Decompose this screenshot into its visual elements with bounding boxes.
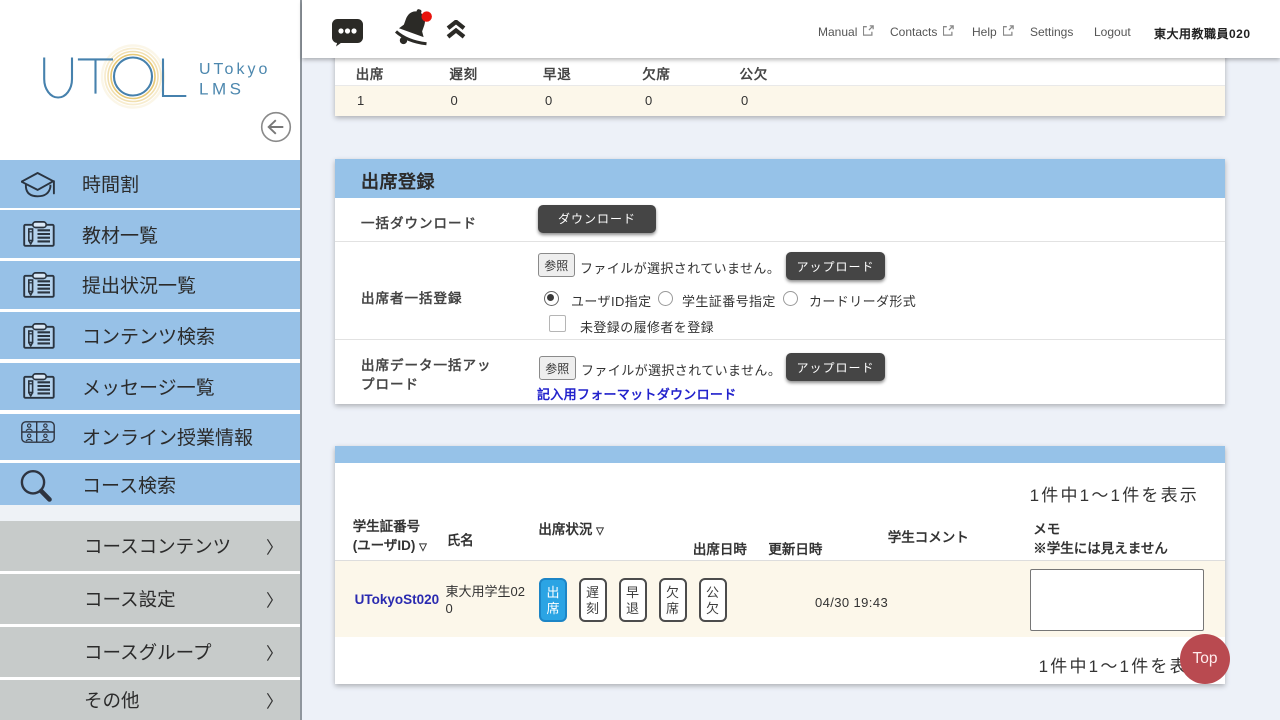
svg-text:UTokyo: UTokyo bbox=[199, 61, 270, 78]
svg-text:LMS: LMS bbox=[199, 80, 244, 99]
